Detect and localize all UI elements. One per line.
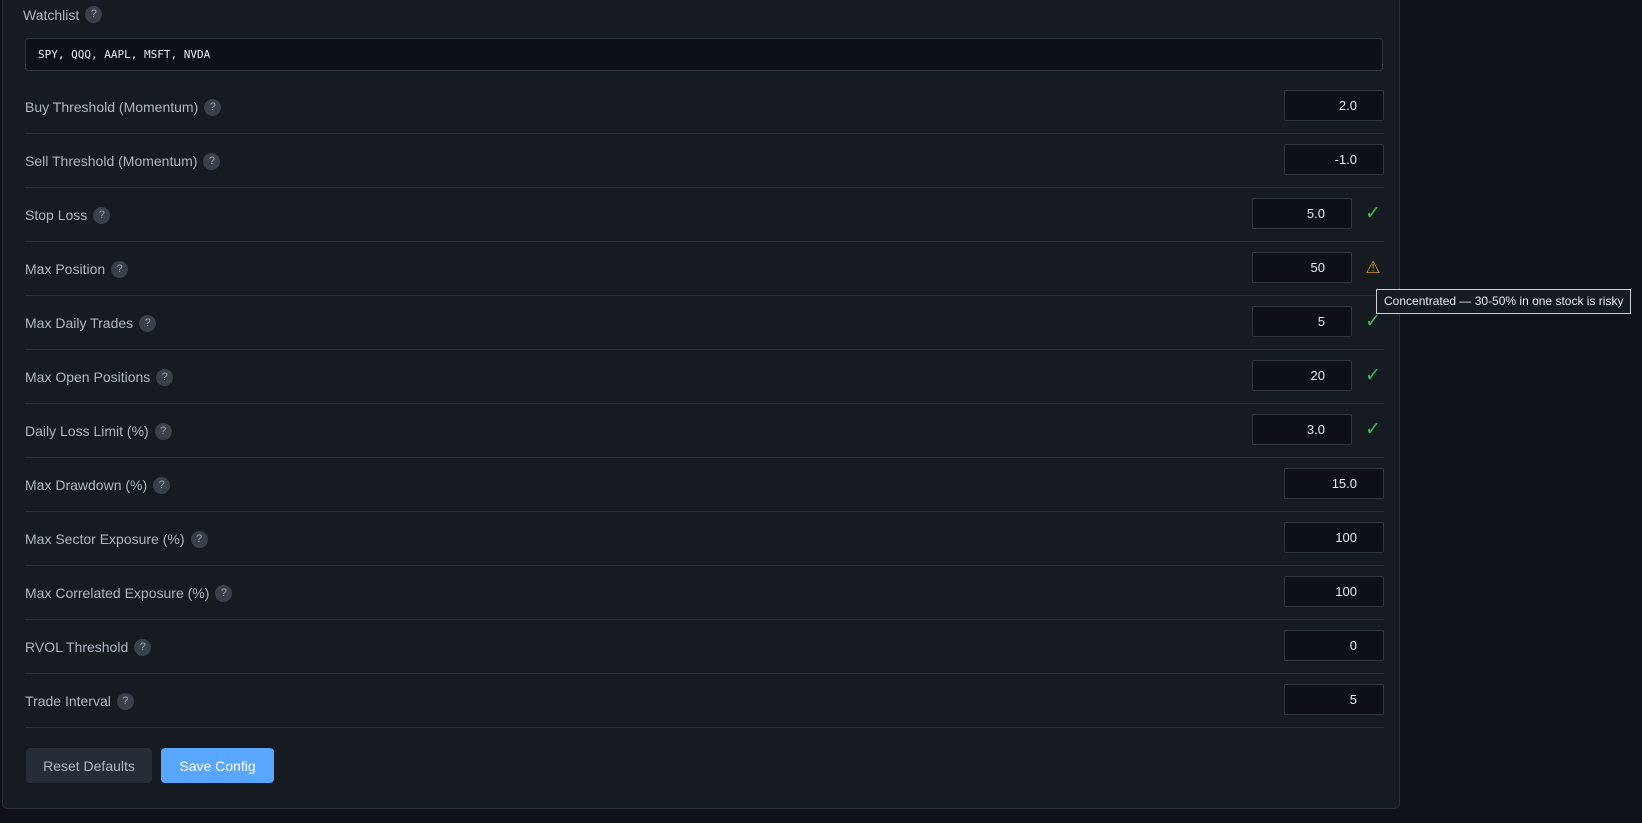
setting-label: Sell Threshold (Momentum) — [25, 153, 198, 169]
help-icon[interactable]: ? — [154, 422, 172, 440]
help-icon[interactable]: ? — [203, 152, 221, 170]
help-icon[interactable]: ? — [139, 314, 157, 332]
save-config-button[interactable]: Save Config — [161, 748, 274, 783]
setting-row-max-correlated-exposure: Max Correlated Exposure (%) ? — [25, 566, 1384, 620]
rvol-threshold-input[interactable] — [1284, 630, 1384, 661]
setting-label: Max Position — [25, 261, 106, 277]
setting-label: Stop Loss — [25, 207, 88, 223]
setting-label: Max Open Positions — [25, 369, 151, 385]
setting-label: Trade Interval — [25, 693, 111, 709]
setting-label: Max Drawdown (%) — [25, 477, 148, 493]
help-icon[interactable]: ? — [215, 584, 233, 602]
help-icon[interactable]: ? — [190, 530, 208, 548]
stop-loss-input[interactable] — [1252, 198, 1352, 229]
help-icon[interactable]: ? — [85, 6, 103, 23]
setting-row-stop-loss: Stop Loss ? ✓ — [25, 188, 1384, 242]
check-icon: ✓ — [1365, 203, 1381, 224]
setting-label: Daily Loss Limit (%) — [25, 423, 149, 439]
setting-label: Max Daily Trades — [25, 315, 134, 331]
buy-threshold-input[interactable] — [1284, 90, 1384, 121]
setting-row-daily-loss-limit: Daily Loss Limit (%) ? ✓ — [25, 404, 1384, 458]
help-icon[interactable]: ? — [116, 692, 134, 710]
warning-icon[interactable]: ⚠ — [1363, 252, 1383, 283]
setting-row-max-open-positions: Max Open Positions ? ✓ — [25, 350, 1384, 404]
watchlist-label-group: Watchlist ? — [23, 6, 103, 23]
trade-interval-input[interactable] — [1284, 684, 1384, 715]
reset-defaults-button[interactable]: Reset Defaults — [26, 748, 152, 783]
check-icon: ✓ — [1365, 365, 1381, 386]
max-daily-trades-input[interactable] — [1252, 306, 1352, 337]
max-position-input[interactable] — [1252, 252, 1352, 283]
help-icon[interactable]: ? — [156, 368, 174, 386]
sell-threshold-input[interactable] — [1284, 144, 1384, 175]
watchlist-label: Watchlist — [23, 6, 80, 23]
setting-row-max-position: Max Position ? ⚠ — [25, 242, 1384, 296]
check-icon: ✓ — [1365, 419, 1381, 440]
max-sector-exposure-input[interactable] — [1284, 522, 1384, 553]
config-panel: Watchlist ? Buy Threshold (Momentum) ? S… — [2, 0, 1400, 809]
max-correlated-exposure-input[interactable] — [1284, 576, 1384, 607]
help-icon[interactable]: ? — [204, 98, 222, 116]
setting-label: Max Correlated Exposure (%) — [25, 585, 210, 601]
setting-row-max-sector-exposure: Max Sector Exposure (%) ? — [25, 512, 1384, 566]
setting-row-rvol-threshold: RVOL Threshold ? — [25, 620, 1384, 674]
help-icon[interactable]: ? — [134, 638, 152, 656]
max-open-positions-input[interactable] — [1252, 360, 1352, 391]
setting-row-buy-threshold: Buy Threshold (Momentum) ? — [25, 80, 1384, 134]
setting-label: Max Sector Exposure (%) — [25, 531, 185, 547]
help-icon[interactable]: ? — [111, 260, 129, 278]
setting-row-max-drawdown: Max Drawdown (%) ? — [25, 458, 1384, 512]
watchlist-input[interactable] — [25, 38, 1383, 71]
setting-label: Buy Threshold (Momentum) — [25, 99, 199, 115]
setting-row-trade-interval: Trade Interval ? — [25, 674, 1384, 728]
setting-row-max-daily-trades: Max Daily Trades ? ✓ — [25, 296, 1384, 350]
setting-label: RVOL Threshold — [25, 639, 129, 655]
help-icon[interactable]: ? — [153, 476, 171, 494]
warning-tooltip: Concentrated — 30-50% in one stock is ri… — [1376, 289, 1632, 314]
help-icon[interactable]: ? — [93, 206, 111, 224]
setting-row-sell-threshold: Sell Threshold (Momentum) ? — [25, 134, 1384, 188]
max-drawdown-input[interactable] — [1284, 468, 1384, 499]
daily-loss-limit-input[interactable] — [1252, 414, 1352, 445]
